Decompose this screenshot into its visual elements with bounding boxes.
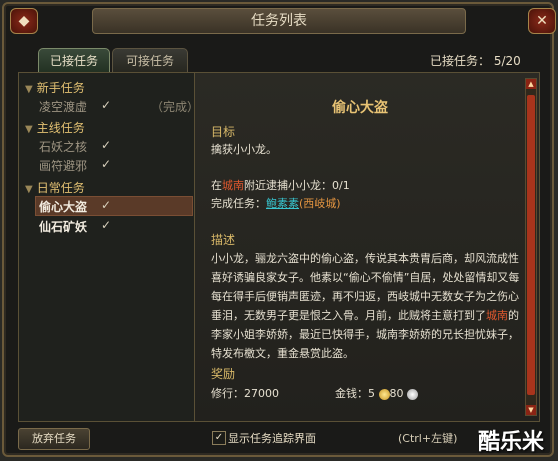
category-daily[interactable]: ▼ 日常任务 — [25, 179, 85, 196]
check-icon: ✓ — [101, 198, 112, 212]
goal-text: 擒获小小龙。 — [211, 143, 277, 156]
quest-status: （完成） — [151, 100, 200, 114]
window-emblem-icon: ◆ — [10, 8, 38, 34]
city-link[interactable]: 城南 — [486, 309, 508, 322]
accepted-count: 已接任务： 5/20 — [430, 52, 521, 69]
turnin-place: (西岐城) — [299, 197, 341, 210]
quest-detail-panel: 偷心大盗 目标 擒获小小龙。 在城南附近逮捕小小龙：0/1 完成任务：鲍素素(西… — [194, 72, 540, 422]
check-icon: ✓ — [101, 98, 112, 112]
category-newbie[interactable]: ▼ 新手任务 — [25, 79, 85, 96]
scroll-down-icon[interactable]: ▼ — [526, 405, 536, 415]
check-icon: ✓ — [101, 157, 112, 171]
silver-coin-icon — [407, 388, 418, 400]
quest-list: ▼ 新手任务 凌空渡虚 ✓ （完成） ▼ 主线任务 石妖之核 ✓ 画符避邪 ✓ ▼ 日… — [18, 72, 199, 422]
hotkey-hint: (Ctrl+左键) — [398, 432, 458, 445]
description-text: 小小龙，骊龙六盗中的偷心盗，传说其本贵胄后商，却风流成性喜好诱骗良家女子。他素以… — [211, 252, 520, 360]
reward-exp: 修行：27000 — [211, 387, 279, 400]
tab-accepted[interactable]: 已接任务 — [38, 48, 110, 74]
close-button[interactable]: ✕ — [528, 8, 556, 34]
npc-link[interactable]: 鲍素素 — [266, 197, 299, 210]
accepted-count-label: 已接任务： — [430, 54, 491, 68]
gold-coin-icon — [378, 388, 390, 400]
goal-location: 在城南附近逮捕小小龙：0/1 — [211, 179, 350, 192]
detail-scrollbar[interactable]: ▲ ▼ — [525, 78, 537, 416]
quest-item[interactable]: 石妖之核 ✓ — [39, 138, 111, 155]
collapse-triangle-icon: ▼ — [25, 184, 33, 195]
quest-item[interactable]: 仙石矿妖 ✓ — [39, 218, 111, 235]
reward-heading: 奖励 — [211, 367, 236, 381]
collapse-triangle-icon: ▼ — [25, 124, 33, 135]
check-icon: ✓ — [101, 138, 112, 152]
accepted-count-value: 5/20 — [493, 54, 521, 68]
scroll-thumb[interactable] — [527, 95, 535, 395]
quest-item-selected[interactable]: 偷心大盗 ✓ — [39, 198, 111, 215]
quest-item[interactable]: 凌空渡虚 ✓ （完成） — [39, 98, 199, 115]
abandon-quest-button[interactable]: 放弃任务 — [18, 428, 90, 450]
check-icon: ✓ — [101, 218, 112, 232]
turnin-line: 完成任务：鲍素素(西岐城) — [211, 197, 341, 210]
collapse-triangle-icon: ▼ — [25, 84, 33, 95]
track-label: 显示任务追踪界面 — [228, 432, 316, 445]
window-title: 任务列表 — [92, 8, 466, 34]
scroll-up-icon[interactable]: ▲ — [526, 79, 536, 89]
reward-money: 金钱：5 80 — [335, 385, 418, 401]
city-link[interactable]: 城南 — [222, 179, 244, 192]
quest-item[interactable]: 画符避邪 ✓ — [39, 157, 111, 174]
tab-available[interactable]: 可接任务 — [112, 48, 188, 74]
goal-heading: 目标 — [211, 125, 236, 139]
description-heading: 描述 — [211, 233, 236, 247]
quest-title: 偷心大盗 — [332, 100, 388, 116]
watermark-logo: 酷乐米 — [478, 430, 545, 455]
category-main[interactable]: ▼ 主线任务 — [25, 119, 85, 136]
track-checkbox[interactable]: ✓ — [212, 431, 226, 445]
